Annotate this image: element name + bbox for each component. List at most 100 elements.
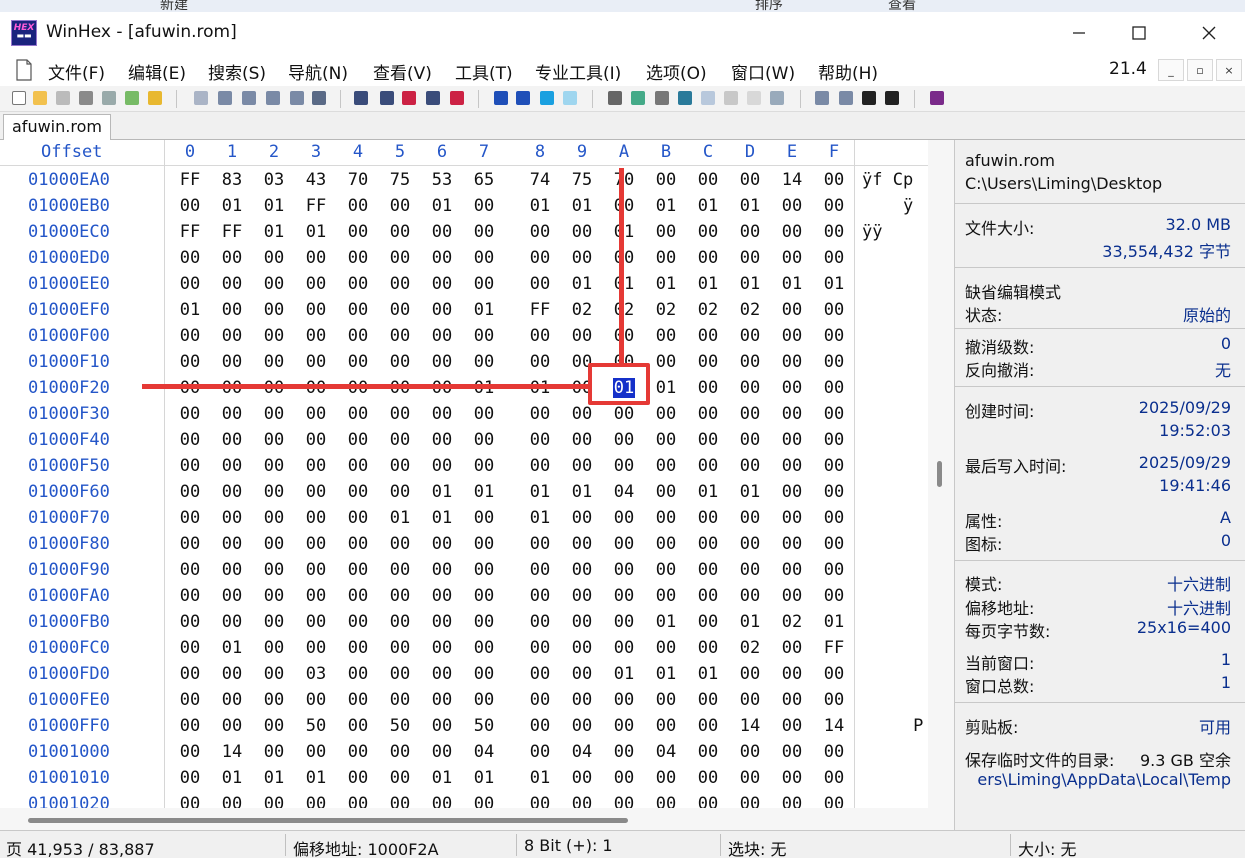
hex-byte[interactable]: 00: [301, 690, 331, 710]
hex-byte[interactable]: 00: [427, 742, 457, 762]
new-file-icon[interactable]: [12, 91, 26, 105]
hex-byte[interactable]: 00: [693, 222, 723, 242]
hex-byte[interactable]: 00: [217, 664, 247, 684]
hex-byte[interactable]: 00: [651, 690, 681, 710]
hex-byte[interactable]: 01: [735, 196, 765, 216]
hex-byte[interactable]: 00: [525, 352, 555, 372]
hex-byte[interactable]: 00: [175, 248, 205, 268]
hex-byte[interactable]: 00: [259, 716, 289, 736]
paste-icon[interactable]: [242, 91, 256, 105]
hex-byte[interactable]: 01: [609, 664, 639, 684]
hex-byte[interactable]: 00: [651, 560, 681, 580]
hex-byte[interactable]: 01: [693, 482, 723, 502]
row-offset[interactable]: 01000FA0: [28, 586, 110, 606]
hex-byte[interactable]: 00: [609, 690, 639, 710]
hex-byte[interactable]: 01: [651, 274, 681, 294]
hex-byte[interactable]: 00: [385, 664, 415, 684]
hex-byte[interactable]: 00: [469, 404, 499, 424]
hex-byte[interactable]: 00: [651, 456, 681, 476]
hex-byte[interactable]: 00: [175, 560, 205, 580]
print-icon[interactable]: [79, 91, 93, 105]
hex-byte[interactable]: 00: [469, 612, 499, 632]
hex-byte[interactable]: 00: [819, 300, 849, 320]
hex-byte[interactable]: 01: [469, 768, 499, 788]
hex-byte[interactable]: 01: [567, 274, 597, 294]
hex-byte[interactable]: 00: [567, 430, 597, 450]
hex-byte[interactable]: 00: [385, 430, 415, 450]
hex-byte[interactable]: 01: [651, 196, 681, 216]
hex-byte[interactable]: 00: [567, 716, 597, 736]
hex-byte[interactable]: 01: [567, 196, 597, 216]
hex-byte[interactable]: 00: [343, 404, 373, 424]
hex-byte[interactable]: 00: [301, 742, 331, 762]
close-button[interactable]: [1179, 12, 1239, 54]
hex-byte[interactable]: 00: [525, 430, 555, 450]
hex-byte[interactable]: FF: [175, 170, 205, 190]
hex-byte[interactable]: 00: [343, 534, 373, 554]
row-offset[interactable]: 01001020: [28, 794, 110, 808]
row-offset[interactable]: 01000F40: [28, 430, 110, 450]
hex-byte[interactable]: 00: [819, 768, 849, 788]
hex-byte[interactable]: 01: [735, 482, 765, 502]
hex-byte[interactable]: 01: [609, 274, 639, 294]
hex-byte[interactable]: 00: [567, 586, 597, 606]
minimize-button[interactable]: [1049, 12, 1109, 54]
hex-byte[interactable]: FF: [819, 638, 849, 658]
hex-byte[interactable]: 01: [525, 508, 555, 528]
hex-byte[interactable]: 00: [385, 742, 415, 762]
hex-byte[interactable]: 00: [819, 196, 849, 216]
hex-byte[interactable]: 00: [427, 274, 457, 294]
hex-byte[interactable]: 00: [567, 638, 597, 658]
hex-byte[interactable]: 00: [525, 248, 555, 268]
hex-byte[interactable]: 00: [609, 586, 639, 606]
hex-byte[interactable]: 00: [217, 690, 247, 710]
hex-byte[interactable]: 00: [259, 508, 289, 528]
hex-byte[interactable]: 04: [567, 742, 597, 762]
hex-byte[interactable]: 00: [175, 430, 205, 450]
hex-byte[interactable]: 00: [693, 534, 723, 554]
hex-byte[interactable]: 00: [385, 222, 415, 242]
next-icon[interactable]: [885, 91, 899, 105]
hex-byte[interactable]: 00: [217, 482, 247, 502]
hex-byte[interactable]: 01: [259, 196, 289, 216]
hex-byte[interactable]: 01: [693, 196, 723, 216]
hex-byte[interactable]: 00: [777, 222, 807, 242]
hex-byte[interactable]: 50: [469, 716, 499, 736]
hex-byte[interactable]: 00: [693, 794, 723, 808]
hex-byte[interactable]: 00: [567, 508, 597, 528]
tab-afuwin-rom[interactable]: afuwin.rom: [3, 114, 111, 141]
hex-byte[interactable]: 00: [259, 456, 289, 476]
hex-byte[interactable]: 00: [385, 274, 415, 294]
hex-byte[interactable]: 83: [217, 170, 247, 190]
hex-byte[interactable]: 00: [651, 794, 681, 808]
hex-byte[interactable]: 00: [217, 404, 247, 424]
hex-byte[interactable]: 00: [385, 352, 415, 372]
hex-byte[interactable]: 00: [343, 430, 373, 450]
hex-byte[interactable]: 00: [343, 222, 373, 242]
hex-byte[interactable]: 00: [819, 586, 849, 606]
hex-byte[interactable]: 04: [469, 742, 499, 762]
hex-byte[interactable]: 00: [175, 716, 205, 736]
copy-icon[interactable]: [218, 91, 232, 105]
hex-byte[interactable]: 00: [777, 742, 807, 762]
hex-byte[interactable]: 00: [525, 222, 555, 242]
hex-byte[interactable]: 00: [819, 560, 849, 580]
hex-byte[interactable]: 00: [609, 794, 639, 808]
row-offset[interactable]: 01000F50: [28, 456, 110, 476]
save-icon[interactable]: [56, 91, 70, 105]
hex-byte[interactable]: 03: [301, 664, 331, 684]
hex-byte[interactable]: 00: [343, 716, 373, 736]
hex-byte[interactable]: 00: [427, 560, 457, 580]
row-offset[interactable]: 01000F10: [28, 352, 110, 372]
hex-byte[interactable]: 01: [735, 612, 765, 632]
hex-byte[interactable]: 00: [735, 170, 765, 190]
hex-byte[interactable]: 00: [777, 638, 807, 658]
hex-byte[interactable]: 00: [735, 586, 765, 606]
hex-byte[interactable]: 00: [735, 222, 765, 242]
hex-byte[interactable]: 00: [343, 664, 373, 684]
hex-byte[interactable]: 00: [651, 430, 681, 450]
hex-byte[interactable]: 00: [567, 534, 597, 554]
hex-byte[interactable]: 00: [609, 326, 639, 346]
row-offset[interactable]: 01000FE0: [28, 690, 110, 710]
hex-byte[interactable]: 00: [651, 170, 681, 190]
